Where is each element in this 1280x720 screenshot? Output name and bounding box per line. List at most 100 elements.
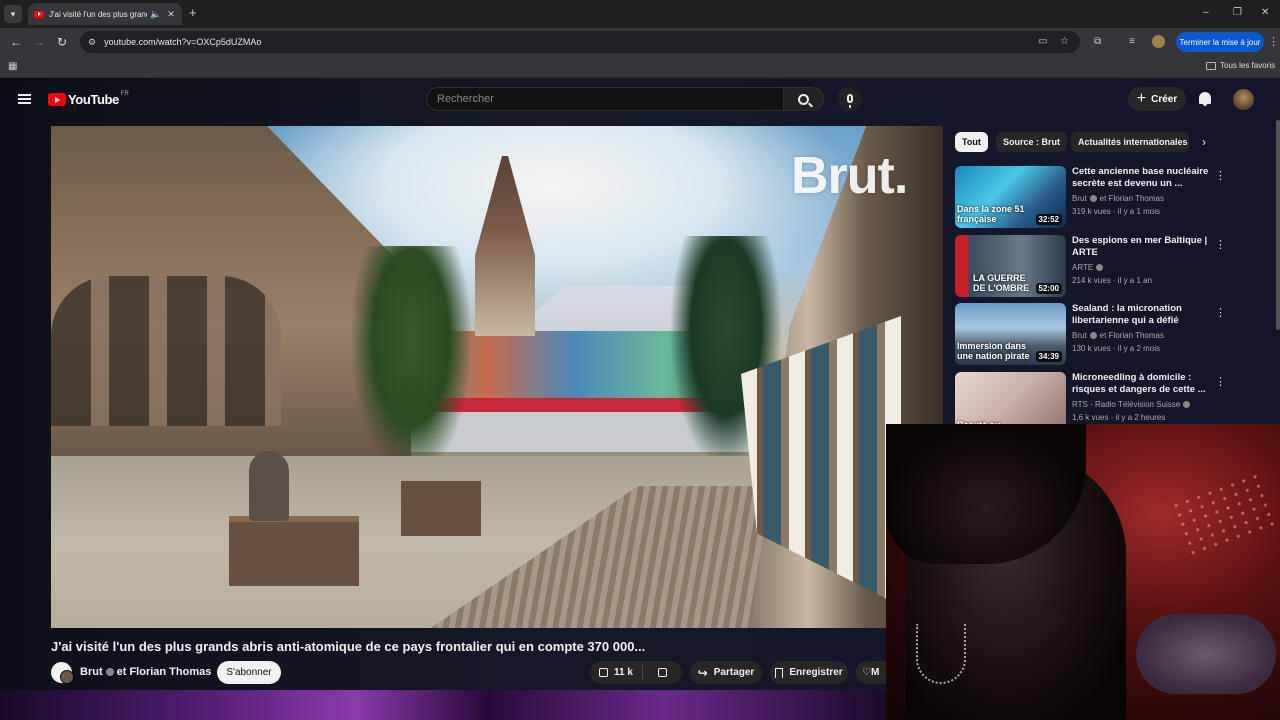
video-duration: 34:39 [1035,351,1062,362]
close-window-button[interactable]: ✕ [1261,7,1269,19]
forward-arrow-icon[interactable]: → [33,35,45,49]
like-count: 11 k [614,667,633,678]
recommendation-channel-name: Brut [1072,331,1087,340]
more-label: M [870,667,880,678]
channel-name[interactable]: Brut et Florian Thomas [80,666,211,678]
minimize-button[interactable]: – [1203,7,1209,19]
recommendation-item[interactable]: Immersion dans une nation pirate 34:39 S… [955,303,1226,367]
recommendation-meta: 1,6 k vues · il y a 2 heures [1072,413,1166,422]
recommendation-item[interactable]: Dans la zone 51 française 32:52 Cette an… [955,166,1226,230]
address-bar[interactable]: ⚙ youtube.com/watch?v=OXCp5dUZMAo [80,31,1080,53]
recommendation-item[interactable]: LA GUERRE DE L'OMBRE 52:00 Des espions e… [955,235,1226,299]
chip-source-brut[interactable]: Source : Brut [996,132,1068,152]
recommendation-thumbnail[interactable]: Immersion dans une nation pirate 34:39 [955,303,1066,365]
apps-grid-icon[interactable]: ▦ [8,61,17,72]
thanks-button[interactable]: ♡ M [856,661,886,684]
chevron-right-icon[interactable]: › [1202,135,1206,149]
bookmarks-bar: ▦ Tous les favoris [0,56,1280,78]
update-browser-button[interactable]: Terminer la mise à jour [1176,32,1264,52]
bookmark-icon [775,667,784,678]
recommendation-meta: 130 k vues · il y a 2 mois [1072,344,1161,353]
more-options-icon[interactable]: ⋮ [1215,375,1226,388]
chip-international-news[interactable]: Actualités internationales [1071,132,1189,152]
page-scrollbar[interactable] [1276,120,1280,330]
recommendation-title[interactable]: Microneedling à domicile : risques et da… [1072,372,1212,396]
recommendation-meta: 214 k vues · il y a 1 an [1072,276,1153,285]
more-options-icon[interactable]: ⋮ [1215,169,1226,182]
microphone-icon [846,94,853,108]
heart-icon: ♡ [862,667,871,678]
folder-icon [1206,61,1216,70]
subscribe-button[interactable]: S'abonner [217,661,281,684]
youtube-logo-text: YouTube [68,92,119,107]
user-avatar[interactable] [1233,89,1254,110]
like-button[interactable]: 11 k [590,665,643,680]
like-dislike-group: 11 k [590,661,682,684]
site-info-icon[interactable]: ⚙ [88,37,96,48]
recommendation-thumbnail[interactable]: Dans la zone 51 française 32:52 [955,166,1066,228]
video-player[interactable]: Brut. [51,126,943,628]
video-frame-person [249,451,289,521]
youtube-logo[interactable]: YouTube FR [48,91,129,107]
reading-list-icon[interactable]: ≡ [1129,36,1135,48]
reload-icon[interactable]: ↻ [57,35,67,49]
tab-list-button[interactable]: ▾ [4,5,22,23]
chip-all[interactable]: Tout [955,132,988,152]
search-button[interactable] [784,87,824,111]
browser-tab-active[interactable]: J'ai visité l'un des plus grands 🔈 ✕ [28,3,182,25]
search-icon [798,93,809,105]
verified-icon [1089,195,1097,202]
create-label: Créer [1151,93,1178,105]
all-bookmarks-button[interactable]: Tous les favoris [1206,61,1275,70]
recommendation-channel[interactable]: RTS - Radio Télévision Suisse [1072,400,1191,409]
video-frame-arches [51,276,281,426]
more-options-icon[interactable]: ⋮ [1215,306,1226,319]
recommendation-title[interactable]: Sealand : la micronation libertarienne q… [1072,303,1212,327]
channel-name-text: Brut [80,666,103,678]
recommendation-channel[interactable]: Brut et Florian Thomas [1072,194,1164,203]
collaborator-avatar[interactable] [60,670,74,684]
browser-menu-icon[interactable]: ⋮ [1268,35,1279,48]
voice-search-button[interactable] [837,87,862,112]
share-button[interactable]: ↪ Partager [690,661,762,684]
extensions-icon[interactable]: ⧉ [1094,36,1101,48]
more-options-icon[interactable]: ⋮ [1215,238,1226,251]
channel-suffix: et Florian Thomas [116,666,212,678]
recommendation-channel[interactable]: ARTE [1072,263,1104,272]
back-arrow-icon[interactable]: ← [10,35,22,49]
save-button[interactable]: Enregistrer [770,661,848,684]
verified-icon [1089,332,1097,339]
recommendation-channel-name: Brut [1072,194,1087,203]
recommendation-title[interactable]: Cette ancienne base nucléaire secrète es… [1072,166,1212,190]
thumbnail-overlay-text: Dans la zone 51 française [957,204,1025,224]
cast-icon[interactable]: ▭ [1038,36,1047,48]
browser-toolbar: ← → ↻ ⚙ youtube.com/watch?v=OXCp5dUZMAo … [0,28,1280,56]
save-label: Enregistrer [789,667,843,678]
youtube-play-icon [48,93,66,106]
video-duration: 32:52 [1035,214,1062,225]
close-tab-icon[interactable]: ✕ [167,9,175,20]
tab-title: J'ai visité l'un des plus grands [49,9,147,19]
create-button[interactable]: + Créer [1128,87,1186,111]
share-icon: ↪ [697,665,708,680]
recommendation-title[interactable]: Des espions en mer Baltique | ARTE [1072,235,1212,259]
search-box [426,87,784,111]
verified-icon [1183,401,1191,408]
new-tab-button[interactable]: + [189,6,197,20]
profile-avatar-icon[interactable] [1152,35,1165,48]
notifications-bell-icon[interactable] [1199,92,1211,106]
youtube-favicon-icon [34,10,44,18]
recommendation-thumbnail[interactable]: LA GUERRE DE L'OMBRE 52:00 [955,235,1066,297]
speaker-icon[interactable]: 🔈 [150,9,161,20]
next-content-strip [0,690,886,720]
thumbnail-overlay-text: LA GUERRE DE L'OMBRE [973,273,1030,293]
maximize-button[interactable]: ❐ [1233,7,1242,19]
recommendation-channel[interactable]: Brut et Florian Thomas [1072,331,1164,340]
video-title: J'ai visité l'un des plus grands abris a… [51,639,646,654]
dislike-button[interactable] [643,668,682,677]
search-input[interactable] [437,93,783,105]
thumbs-down-icon [658,668,667,677]
url-text: youtube.com/watch?v=OXCp5dUZMAo [104,37,262,47]
menu-icon[interactable] [18,94,31,104]
bookmark-star-icon[interactable]: ☆ [1060,36,1069,48]
